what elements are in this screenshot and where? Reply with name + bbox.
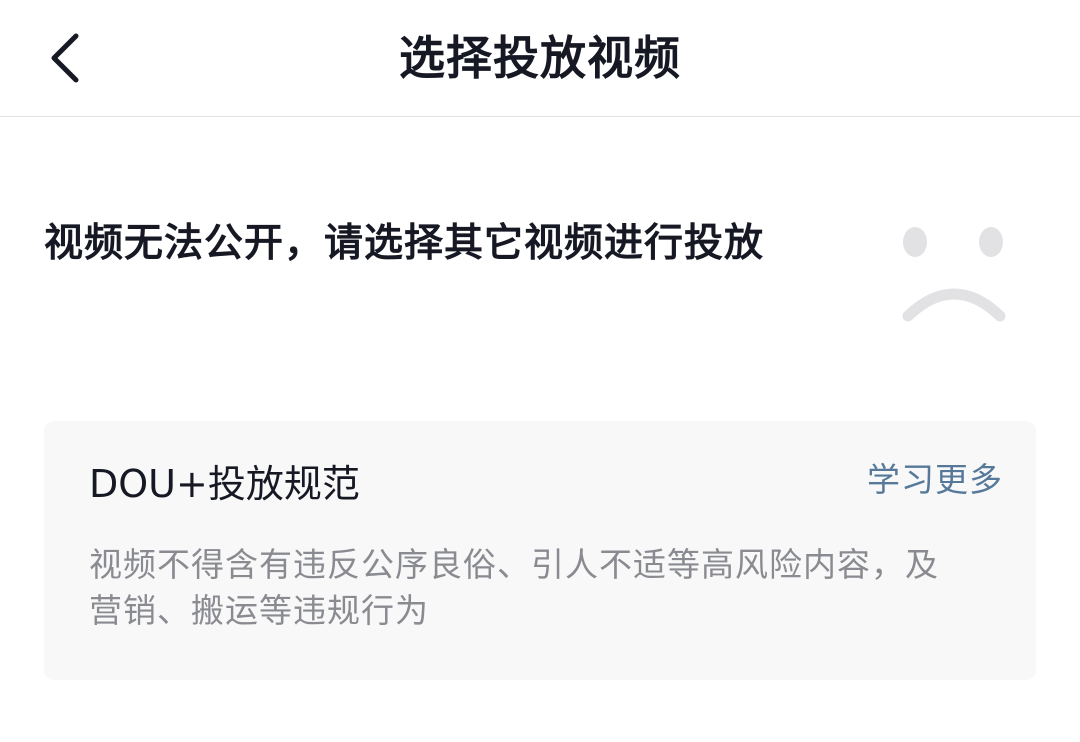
guideline-card: DOU+投放规范 学习更多 视频不得含有违反公序良俗、引人不适等高风险内容，及营… bbox=[44, 421, 1036, 680]
guideline-title: DOU+投放规范 bbox=[89, 462, 360, 506]
nav-header: 选择投放视频 bbox=[0, 0, 1080, 117]
page: 选择投放视频 视频无法公开，请选择其它视频进行投放 DOU+投放规范 学习更多 … bbox=[0, 0, 1080, 742]
error-message: 视频无法公开，请选择其它视频进行投放 bbox=[44, 221, 765, 266]
sad-face-icon bbox=[902, 227, 1006, 322]
learn-more-link[interactable]: 学习更多 bbox=[867, 455, 1003, 505]
chevron-left-icon bbox=[51, 33, 79, 83]
guideline-description: 视频不得含有违反公序良俗、引人不适等高风险内容，及营销、搬运等违规行为 bbox=[89, 545, 939, 630]
page-title: 选择投放视频 bbox=[399, 31, 681, 85]
back-button[interactable] bbox=[26, 18, 106, 98]
